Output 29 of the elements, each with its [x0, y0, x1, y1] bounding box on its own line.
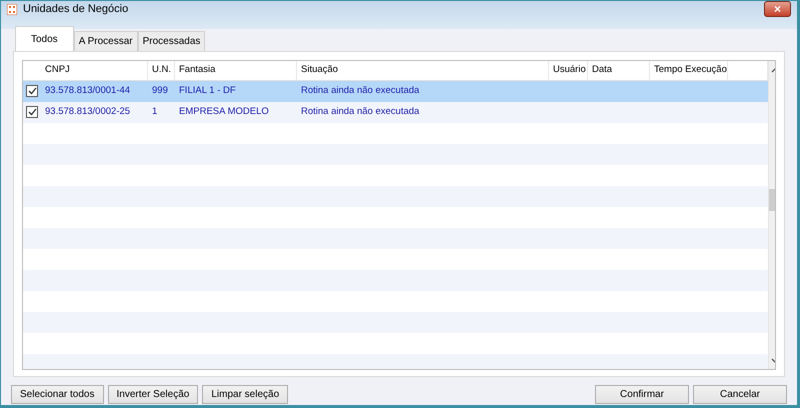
column-header[interactable]: Fantasia [175, 60, 297, 80]
table-row[interactable]: 93.578.813/0002-25 1 EMPRESA MODELO Rotina ainda não executada [23, 102, 768, 122]
table-cell-text: EMPRESA MODELO [178, 104, 270, 119]
column-header[interactable]: Tempo Execução [650, 60, 728, 80]
tab[interactable]: Processadas [138, 30, 206, 50]
action-button[interactable]: Confirmar [595, 384, 689, 404]
action-button[interactable]: Selecionar todos [11, 384, 104, 404]
table-cell-text: 999 [151, 84, 169, 98]
window-title: Unidades de Negócio [23, 2, 128, 17]
column-header[interactable]: Data [588, 60, 650, 80]
tab[interactable]: Todos [15, 26, 74, 50]
table-cell-text: Rotina ainda não executada [300, 104, 420, 119]
column-header[interactable]: Usuário [549, 60, 588, 80]
action-button[interactable]: Cancelar [693, 384, 787, 404]
app-icon [7, 4, 17, 15]
table-cell-text: 1 [151, 104, 158, 119]
table-cell-text: 93.578.813/0002-25 [44, 104, 132, 119]
action-button[interactable]: Limpar seleção [202, 384, 288, 404]
table-row[interactable]: 93.578.813/0001-44 999 FILIAL 1 - DF Rotina ainda não executada [23, 80, 768, 102]
action-button[interactable]: Inverter Seleção [108, 384, 198, 404]
table-cell-text: FILIAL 1 - DF [178, 84, 237, 98]
table-cell-text: Rotina ainda não executada [300, 84, 420, 98]
checkbox[interactable] [26, 106, 38, 118]
column-header[interactable]: CNPJ [41, 60, 148, 80]
table-cell-text: 93.578.813/0001-44 [44, 84, 132, 98]
column-header[interactable]: U.N. [148, 60, 175, 80]
column-header[interactable]: Situação [297, 60, 549, 80]
tab[interactable]: A Processar [74, 30, 138, 50]
checkbox[interactable] [26, 85, 38, 97]
